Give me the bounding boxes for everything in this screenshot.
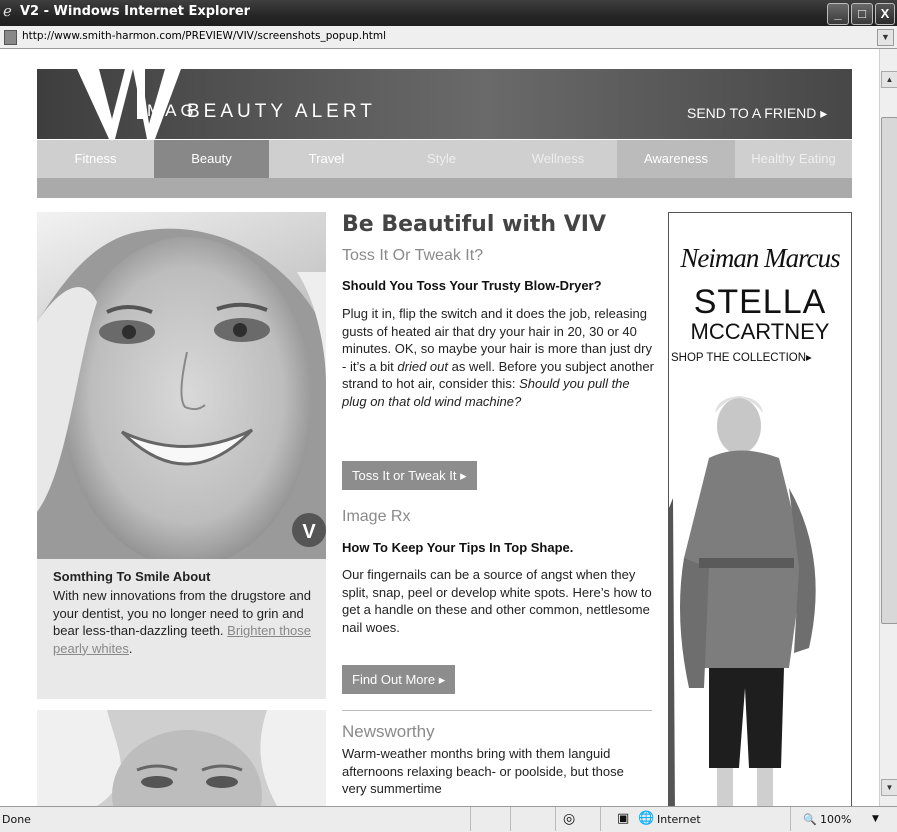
- scrollbar-thumb[interactable]: [881, 117, 897, 624]
- feature-link-suffix: .: [128, 640, 133, 656]
- address-bar[interactable]: http://www.smith-harmon.com/PREVIEW/VIV/…: [0, 26, 897, 49]
- section-newsworthy: Newsworthy: [342, 722, 435, 741]
- title-bar[interactable]: ℯ V2 - Windows Internet Explorer _ □ X: [0, 0, 897, 26]
- article3-body: Warm-weather months bring with them lang…: [342, 746, 624, 797]
- toss-it-button[interactable]: Toss It or Tweak It ▸: [342, 461, 477, 490]
- site-header: MAG BEAUTY ALERT SEND TO A FRIEND ▸: [37, 69, 852, 139]
- status-text: Done: [2, 813, 31, 826]
- neiman-marcus-ad[interactable]: Neiman Marcus STELLA MCCARTNEY SHOP THE …: [668, 212, 852, 806]
- nav-item-style[interactable]: Style: [384, 140, 499, 178]
- status-divider: [600, 807, 601, 831]
- ad-designer-line1: STELLA: [693, 283, 827, 321]
- close-button[interactable]: X: [875, 3, 895, 25]
- article1-body: Plug it in, flip the switch and it does …: [342, 305, 654, 411]
- find-out-more-button[interactable]: Find Out More ▸: [342, 665, 456, 694]
- globe-icon: 🌐: [638, 811, 655, 826]
- nav-item-fitness[interactable]: Fitness: [37, 140, 154, 178]
- zoom-level[interactable]: 100%: [820, 813, 851, 826]
- article1-headline: Should You Toss Your Trusty Blow-Dryer?: [342, 278, 602, 293]
- status-divider: [790, 807, 791, 831]
- woman-upside-down-photo: [37, 710, 326, 806]
- feature-body: With new innovations from the drugstore …: [53, 587, 318, 657]
- feature-heading: Somthing To Smile About: [53, 569, 211, 584]
- nav-item-awareness[interactable]: Awareness: [617, 140, 735, 178]
- status-divider: [555, 807, 556, 831]
- status-divider: [470, 807, 471, 831]
- section-toss-it: Toss It Or Tweak It?: [342, 247, 484, 264]
- article2-body: Our fingernails can be a source of angst…: [342, 567, 652, 635]
- ie-logo-icon: ℯ: [3, 3, 12, 20]
- security-zone: Internet: [657, 813, 701, 826]
- beauty-alert-label: BEAUTY ALERT: [187, 101, 376, 122]
- fashion-model-photo: [669, 388, 851, 806]
- ad-shop-link[interactable]: SHOP THE COLLECTION▸: [671, 350, 812, 364]
- scroll-up-icon[interactable]: ▲: [881, 71, 897, 88]
- nav-underbar: [37, 178, 852, 198]
- popup-blocker-icon[interactable]: ▣: [617, 811, 629, 826]
- article2-headline: How To Keep Your Tips In Top Shape.: [342, 540, 574, 555]
- nav-item-wellness[interactable]: Wellness: [499, 140, 617, 178]
- scroll-down-icon[interactable]: ▼: [881, 779, 897, 796]
- url-text[interactable]: http://www.smith-harmon.com/PREVIEW/VIV/…: [22, 30, 386, 42]
- section-image-rx: Image Rx: [342, 508, 411, 525]
- article1-body-em1: dried out: [397, 358, 448, 374]
- vertical-scrollbar[interactable]: ▲ ▼: [879, 49, 897, 806]
- nav-item-travel[interactable]: Travel: [269, 140, 384, 178]
- privacy-icon[interactable]: ◎: [563, 811, 575, 827]
- page-icon: [4, 30, 17, 45]
- ad-designer-line2: MCCARTNEY: [690, 319, 830, 344]
- zoom-dropdown-icon[interactable]: ▼: [872, 814, 879, 824]
- smiling-woman-photo: V: [37, 212, 326, 559]
- send-to-friend-link[interactable]: SEND TO A FRIEND ▸: [687, 105, 827, 122]
- address-dropdown-icon[interactable]: ▼: [877, 29, 894, 46]
- nav-item-healthy-eating[interactable]: Healthy Eating: [735, 140, 852, 178]
- status-divider: [510, 807, 511, 831]
- nav-item-beauty[interactable]: Beauty: [154, 140, 269, 178]
- window-title: V2 - Windows Internet Explorer: [20, 4, 251, 19]
- ad-store-name: Neiman Marcus: [680, 243, 840, 273]
- zoom-icon[interactable]: 🔍: [803, 813, 817, 826]
- category-nav: Fitness Beauty Travel Style Wellness Awa…: [37, 140, 852, 178]
- maximize-button[interactable]: □: [851, 3, 873, 25]
- minimize-button[interactable]: _: [827, 3, 849, 25]
- page-title: Be Beautiful with VIV: [342, 212, 606, 237]
- svg-text:V: V: [302, 521, 316, 543]
- section-divider: [342, 710, 652, 711]
- status-bar: Done ◎ ▣ 🌐 Internet 🔍 100% ▼: [0, 806, 897, 832]
- feature-box: Somthing To Smile About With new innovat…: [37, 559, 326, 699]
- page-viewport: MAG BEAUTY ALERT SEND TO A FRIEND ▸ Fitn…: [0, 49, 879, 806]
